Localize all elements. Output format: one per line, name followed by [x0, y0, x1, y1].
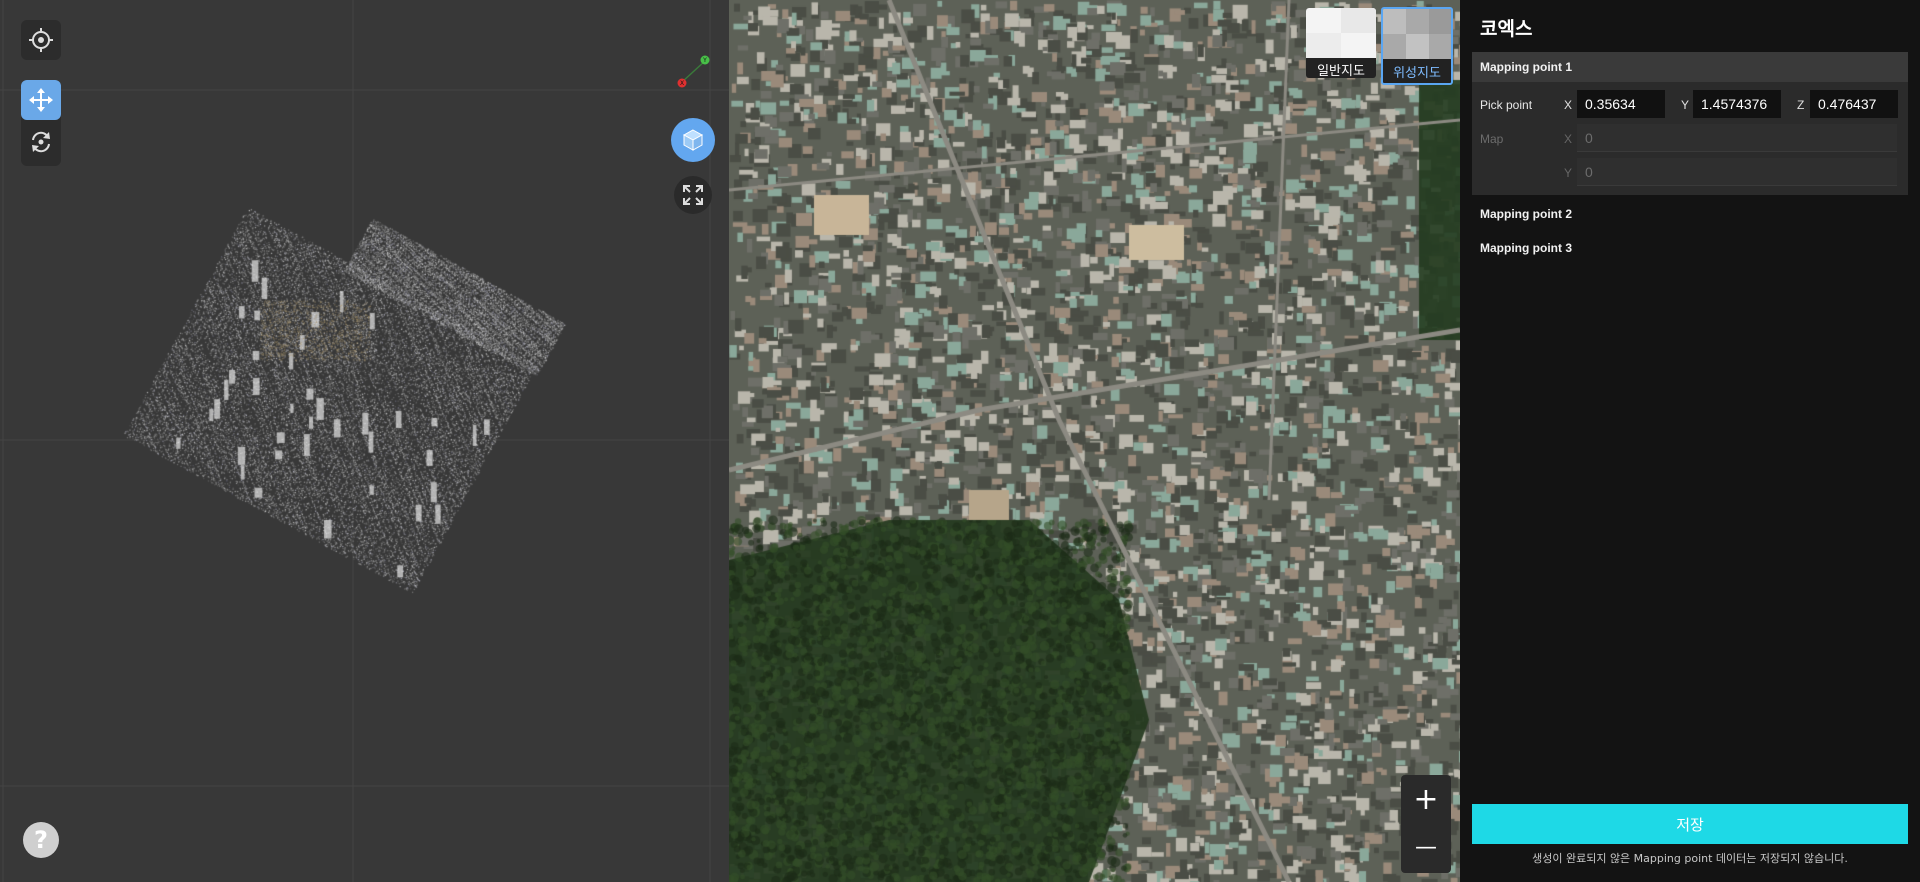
mapping-point-1-section: Mapping point 1 Pick point X Y Z Map X Y	[1472, 52, 1908, 195]
mapping-point-3-item[interactable]: Mapping point 3	[1480, 241, 1572, 255]
view-3d-button[interactable]	[671, 118, 715, 162]
save-footnote: 생성이 완료되지 않은 Mapping point 데이터는 저장되지 않습니다…	[1532, 852, 1848, 865]
help-button[interactable]: ?	[23, 822, 59, 858]
satellite-imagery[interactable]	[729, 0, 1460, 882]
axis-gizmo: Y X	[677, 55, 710, 88]
maptype-normal-button[interactable]: 일반지도	[1306, 8, 1376, 78]
map-y-input[interactable]	[1577, 158, 1897, 186]
locate-button[interactable]	[21, 20, 61, 60]
zoom-in-button[interactable]: +	[1401, 777, 1451, 823]
mapping-point-2-item[interactable]: Mapping point 2	[1480, 207, 1572, 221]
pick-y-label: Y	[1681, 98, 1690, 112]
crosshair-icon	[29, 28, 53, 52]
map-x-label: X	[1564, 132, 1573, 146]
mapping-point-1-header[interactable]: Mapping point 1	[1472, 52, 1908, 82]
expand-corners-icon	[683, 185, 703, 205]
point-cloud[interactable]	[0, 0, 729, 882]
move-tool-button[interactable]	[21, 80, 61, 120]
zoom-control: + —	[1401, 775, 1451, 873]
pick-z-label: Z	[1797, 98, 1805, 112]
pointcloud-viewer[interactable]: Y X ?	[0, 0, 729, 882]
transform-toolbar	[21, 80, 61, 166]
rotate-tool-button[interactable]	[21, 122, 61, 162]
pick-z-input[interactable]	[1810, 90, 1898, 118]
pick-point-label: Pick point	[1480, 98, 1533, 112]
map-y-label: Y	[1564, 166, 1573, 180]
page-title: 코엑스	[1480, 18, 1533, 40]
normal-map-thumbnail	[1306, 8, 1376, 58]
pick-y-input[interactable]	[1693, 90, 1781, 118]
fit-view-button[interactable]	[674, 176, 712, 214]
maptype-normal-label: 일반지도	[1317, 64, 1365, 78]
gizmo-y-label: Y	[702, 57, 707, 64]
pick-x-label: X	[1564, 98, 1573, 112]
cube-icon	[682, 129, 704, 151]
map-x-input[interactable]	[1577, 124, 1897, 152]
mapping-panel: 코엑스 Mapping point 1 Pick point X Y Z Map…	[1460, 0, 1920, 882]
save-button[interactable]: 저장	[1472, 804, 1908, 844]
move-arrows-icon	[29, 88, 53, 112]
mapping-point-1-title: Mapping point 1	[1480, 60, 1572, 74]
map-label: Map	[1480, 132, 1504, 146]
satellite-map-thumbnail	[1383, 9, 1451, 59]
rotate-icon	[32, 131, 50, 153]
zoom-out-button[interactable]: —	[1401, 825, 1451, 871]
pick-x-input[interactable]	[1577, 90, 1665, 118]
gizmo-x-label: X	[680, 80, 684, 87]
satellite-map[interactable]: 일반지도 위성지도 + —	[729, 0, 1460, 882]
maptype-satellite-label: 위성지도	[1393, 66, 1441, 81]
maptype-satellite-button[interactable]: 위성지도	[1381, 7, 1453, 85]
